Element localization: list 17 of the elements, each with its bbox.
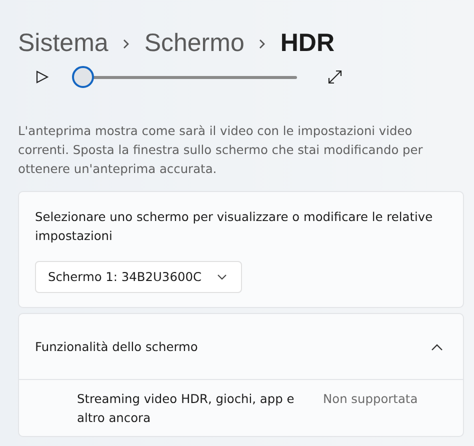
chevron-down-icon	[217, 274, 228, 280]
page-title: HDR	[280, 28, 335, 58]
feature-status: Non supportata	[323, 391, 418, 408]
play-icon[interactable]	[35, 70, 49, 84]
display-label: Selezionare uno schermo per visualizzare o modificare le relative impostazioni	[35, 209, 434, 245]
chevron-right-icon	[258, 38, 266, 50]
breadcrumb-link[interactable]: Sistema	[18, 28, 108, 58]
chevron-right-icon	[122, 38, 130, 50]
breadcrumb-link[interactable]: Schermo	[144, 28, 244, 58]
chevron-icon	[431, 342, 443, 350]
features-header[interactable]: Funzionalità dello schermo	[19, 314, 463, 380]
display-dropdown[interactable]: Schermo 1: 34B2U3600C	[35, 261, 242, 293]
feature-label: Streaming video HDR, giochi, app e altro ancora	[77, 391, 296, 427]
expand-icon[interactable]	[327, 69, 343, 85]
seek-slider[interactable]	[72, 66, 297, 88]
description-text: L'anteprima mostra come sarà il video con le impostazioni video correnti. Sposta la finestra sullo schermo che stai modificando per ottenere un'anteprima accurata.	[18, 123, 424, 178]
slider-thumb[interactable]	[72, 66, 94, 88]
